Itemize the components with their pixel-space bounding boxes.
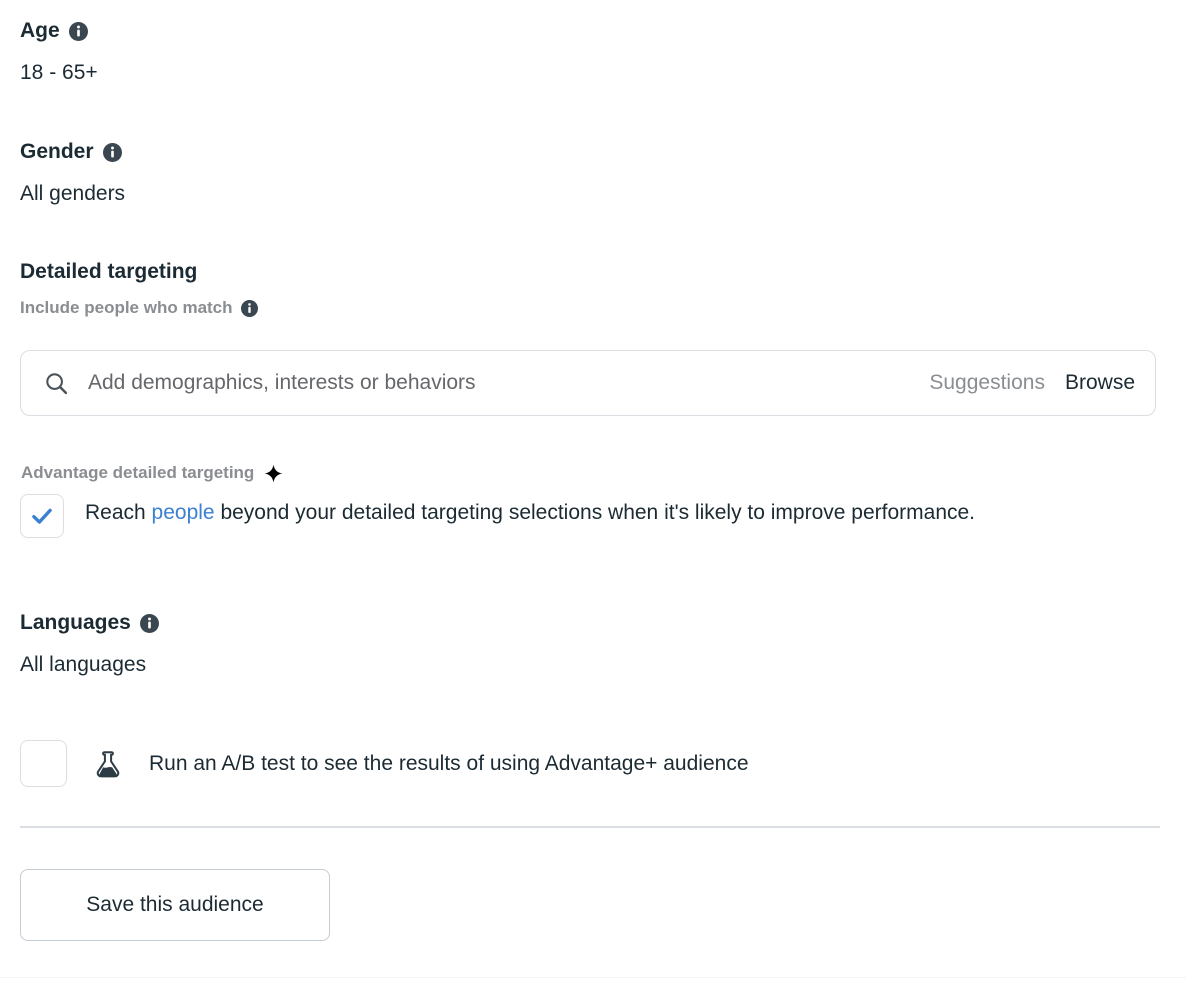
include-people-sub-label: Include people who match — [20, 298, 233, 317]
gender-title-row: Gender — [20, 139, 125, 165]
advantage-detailed-targeting-description: Reach people beyond your detailed target… — [85, 493, 975, 533]
gender-value: All genders — [20, 182, 126, 205]
age-section: Age 18 - 65+ — [20, 18, 98, 86]
ab-test-row: Run an A/B test to see the results of us… — [20, 740, 749, 787]
ab-test-checkbox[interactable] — [20, 740, 67, 787]
advantage-detailed-targeting-row: Reach people beyond your detailed target… — [20, 493, 1160, 538]
detailed-targeting-search-box[interactable]: Suggestions Browse — [20, 350, 1156, 416]
detailed-targeting-title: Detailed targeting — [20, 260, 198, 283]
gender-section: Gender All genders — [20, 139, 125, 207]
gender-label: Gender — [20, 140, 94, 163]
age-value: 18 - 65+ — [20, 61, 98, 84]
search-input[interactable] — [88, 371, 930, 395]
advantage-text-before: Reach — [85, 501, 152, 524]
suggestions-button[interactable]: Suggestions — [929, 371, 1045, 395]
advantage-detailed-targeting-label-row: Advantage detailed targeting — [21, 462, 283, 484]
languages-value: All languages — [20, 653, 147, 676]
age-label: Age — [20, 19, 60, 42]
languages-section: Languages All languages — [20, 610, 159, 678]
include-people-sub-label-row: Include people who match — [20, 297, 258, 319]
save-this-audience-button[interactable]: Save this audience — [20, 869, 330, 941]
age-title-row: Age — [20, 18, 98, 44]
info-icon[interactable] — [139, 613, 159, 633]
advantage-text-after: beyond your detailed targeting selection… — [214, 501, 976, 524]
audience-targeting-panel: Age 18 - 65+ Gender All genders Detailed… — [0, 0, 1186, 984]
advantage-detailed-targeting-label: Advantage detailed targeting — [21, 463, 255, 482]
browse-button[interactable]: Browse — [1065, 371, 1135, 395]
detailed-targeting-section: Detailed targeting Include people who ma… — [20, 259, 258, 319]
section-divider — [20, 826, 1160, 828]
bottom-rule — [0, 977, 1186, 978]
people-link[interactable]: people — [152, 501, 215, 524]
advantage-detailed-targeting-checkbox[interactable] — [20, 494, 64, 538]
flask-icon — [91, 747, 125, 781]
info-icon[interactable] — [102, 142, 122, 162]
info-icon[interactable] — [68, 21, 88, 41]
sparkle-icon — [263, 463, 283, 483]
search-icon — [43, 370, 69, 396]
languages-label: Languages — [20, 611, 131, 634]
info-icon[interactable] — [240, 299, 258, 317]
ab-test-label: Run an A/B test to see the results of us… — [149, 751, 749, 775]
languages-title-row: Languages — [20, 610, 159, 636]
